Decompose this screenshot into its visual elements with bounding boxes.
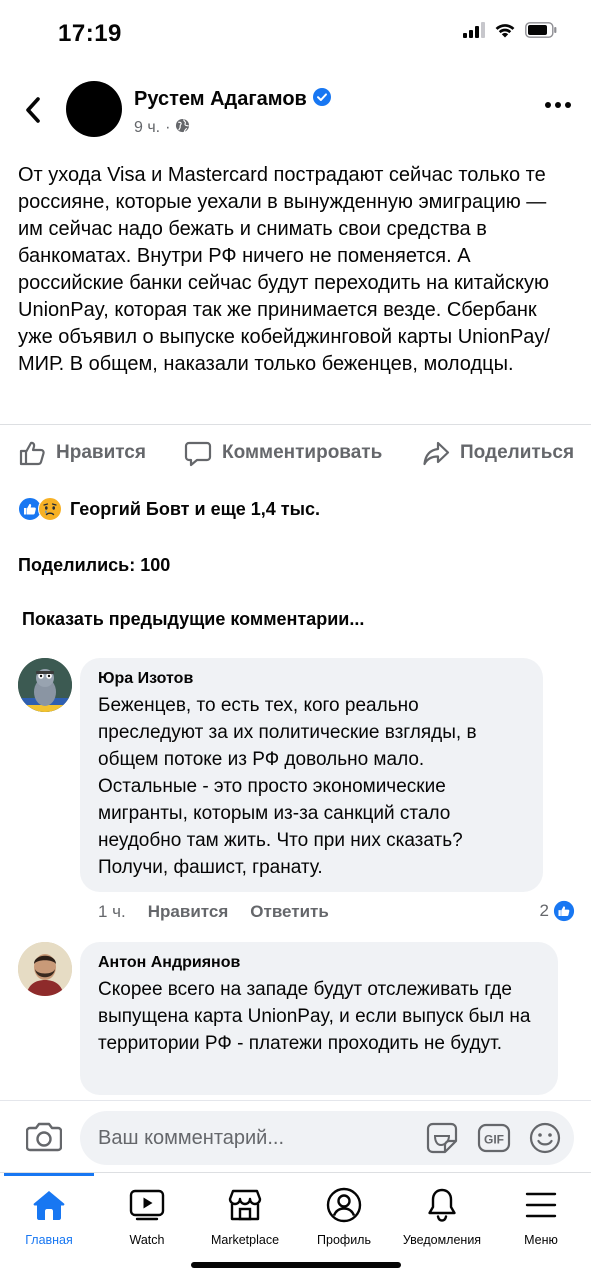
emoji-button[interactable] <box>529 1122 561 1159</box>
cellular-signal-icon <box>463 22 485 43</box>
bell-icon <box>428 1188 456 1222</box>
home-icon <box>33 1191 65 1220</box>
comment-button[interactable]: Комментировать <box>184 439 382 467</box>
tab-marketplace[interactable]: Marketplace <box>196 1185 294 1247</box>
author-name[interactable]: Рустем Адагамов <box>134 88 307 111</box>
tab-label: Watch <box>129 1233 165 1247</box>
tab-notifications[interactable]: Уведомления <box>393 1185 491 1247</box>
comment-author[interactable]: Юра Изотов <box>98 670 525 688</box>
share-label: Поделиться <box>460 442 575 463</box>
shares-count[interactable]: Поделились: 100 <box>18 555 170 576</box>
author-row: Рустем Адагамов <box>134 88 331 111</box>
like-button[interactable]: Нравится <box>18 439 146 467</box>
avatar-cartoon-image <box>18 658 72 712</box>
reactions-text: Георгий Бовт и еще 1,4 тыс. <box>70 498 320 519</box>
comment-likes[interactable]: 2 <box>540 900 575 922</box>
comment-like-button[interactable]: Нравится <box>148 902 229 922</box>
comment-avatar[interactable] <box>18 658 72 712</box>
share-button[interactable]: Поделиться <box>422 439 574 467</box>
author-avatar[interactable] <box>66 81 122 137</box>
tab-label: Уведомления <box>402 1233 482 1247</box>
more-options-button[interactable] <box>545 102 571 108</box>
comment-label: Комментировать <box>222 442 383 463</box>
tab-profile[interactable]: Профиль <box>295 1185 393 1247</box>
comment-avatar[interactable] <box>18 942 72 996</box>
comment-bubble: Антон Андриянов Скорее всего на западе б… <box>80 942 558 1095</box>
comment-author[interactable]: Антон Андриянов <box>98 954 540 972</box>
tab-label: Профиль <box>317 1233 371 1247</box>
reaction-icons <box>18 497 62 521</box>
post-header: Рустем Адагамов 9 ч. · <box>0 70 591 150</box>
tab-menu[interactable]: Меню <box>492 1185 590 1247</box>
camera-icon <box>25 1122 63 1152</box>
like-label: Нравится <box>56 442 146 463</box>
comment-actions: 1 ч. Нравится Ответить <box>98 902 329 922</box>
status-time: 17:19 <box>58 20 122 47</box>
svg-text:GIF: GIF <box>484 1133 504 1147</box>
post-time[interactable]: 9 ч. <box>134 119 160 137</box>
share-arrow-icon <box>423 441 450 466</box>
globe-icon <box>175 118 190 138</box>
active-tab-indicator <box>4 1173 94 1176</box>
comment-text: Беженцев, то есть тех, кого реально прес… <box>98 695 477 878</box>
home-indicator[interactable] <box>191 1262 401 1268</box>
post-meta: 9 ч. · <box>134 118 190 138</box>
wifi-icon <box>494 22 516 43</box>
sad-reaction-icon <box>38 497 62 521</box>
sticker-icon <box>426 1122 458 1154</box>
battery-icon <box>525 22 557 43</box>
meta-separator: · <box>165 119 171 136</box>
comment-likes-count: 2 <box>539 901 549 920</box>
gif-icon: GIF <box>477 1123 511 1153</box>
status-bar: 17:19 <box>0 0 591 66</box>
gif-button[interactable]: GIF <box>477 1121 511 1160</box>
comment-time: 1 ч. <box>98 902 126 921</box>
composer-icons: GIF <box>425 1121 561 1160</box>
menu-icon <box>525 1192 557 1218</box>
show-previous-comments-link[interactable]: Показать предыдущие комментарии... <box>22 609 364 630</box>
comment-composer: GIF <box>0 1100 591 1174</box>
verified-badge-icon <box>312 88 331 111</box>
tab-watch[interactable]: Watch <box>98 1185 196 1247</box>
chevron-left-icon <box>26 97 40 123</box>
avatar-photo-image <box>18 942 72 996</box>
comment-text: Скорее всего на западе будут отслеживать… <box>98 979 531 1054</box>
marketplace-icon <box>228 1189 262 1221</box>
tab-label: Главная <box>25 1233 73 1247</box>
tab-label: Marketplace <box>210 1233 280 1247</box>
tab-label: Меню <box>524 1233 558 1247</box>
emoji-icon <box>529 1122 561 1154</box>
tab-home[interactable]: Главная <box>0 1185 98 1247</box>
comment-bubble-icon <box>184 441 212 467</box>
camera-button[interactable] <box>25 1120 63 1157</box>
like-reaction-icon <box>553 900 575 922</box>
back-button[interactable] <box>18 92 48 128</box>
comment-reply-button[interactable]: Ответить <box>250 902 329 922</box>
sticker-button[interactable] <box>425 1121 459 1160</box>
post-text: От ухода Visa и Mastercard пострадают се… <box>18 164 550 375</box>
thumbs-up-icon <box>19 441 45 466</box>
profile-icon <box>326 1187 362 1223</box>
watch-icon <box>129 1189 165 1221</box>
reactions-summary[interactable]: Георгий Бовт и еще 1,4 тыс. <box>18 497 320 521</box>
status-icons <box>463 22 557 43</box>
post-action-bar: Нравится Комментировать Поделиться <box>0 424 591 484</box>
comment-bubble: Юра Изотов Беженцев, то есть тех, кого р… <box>80 658 543 892</box>
